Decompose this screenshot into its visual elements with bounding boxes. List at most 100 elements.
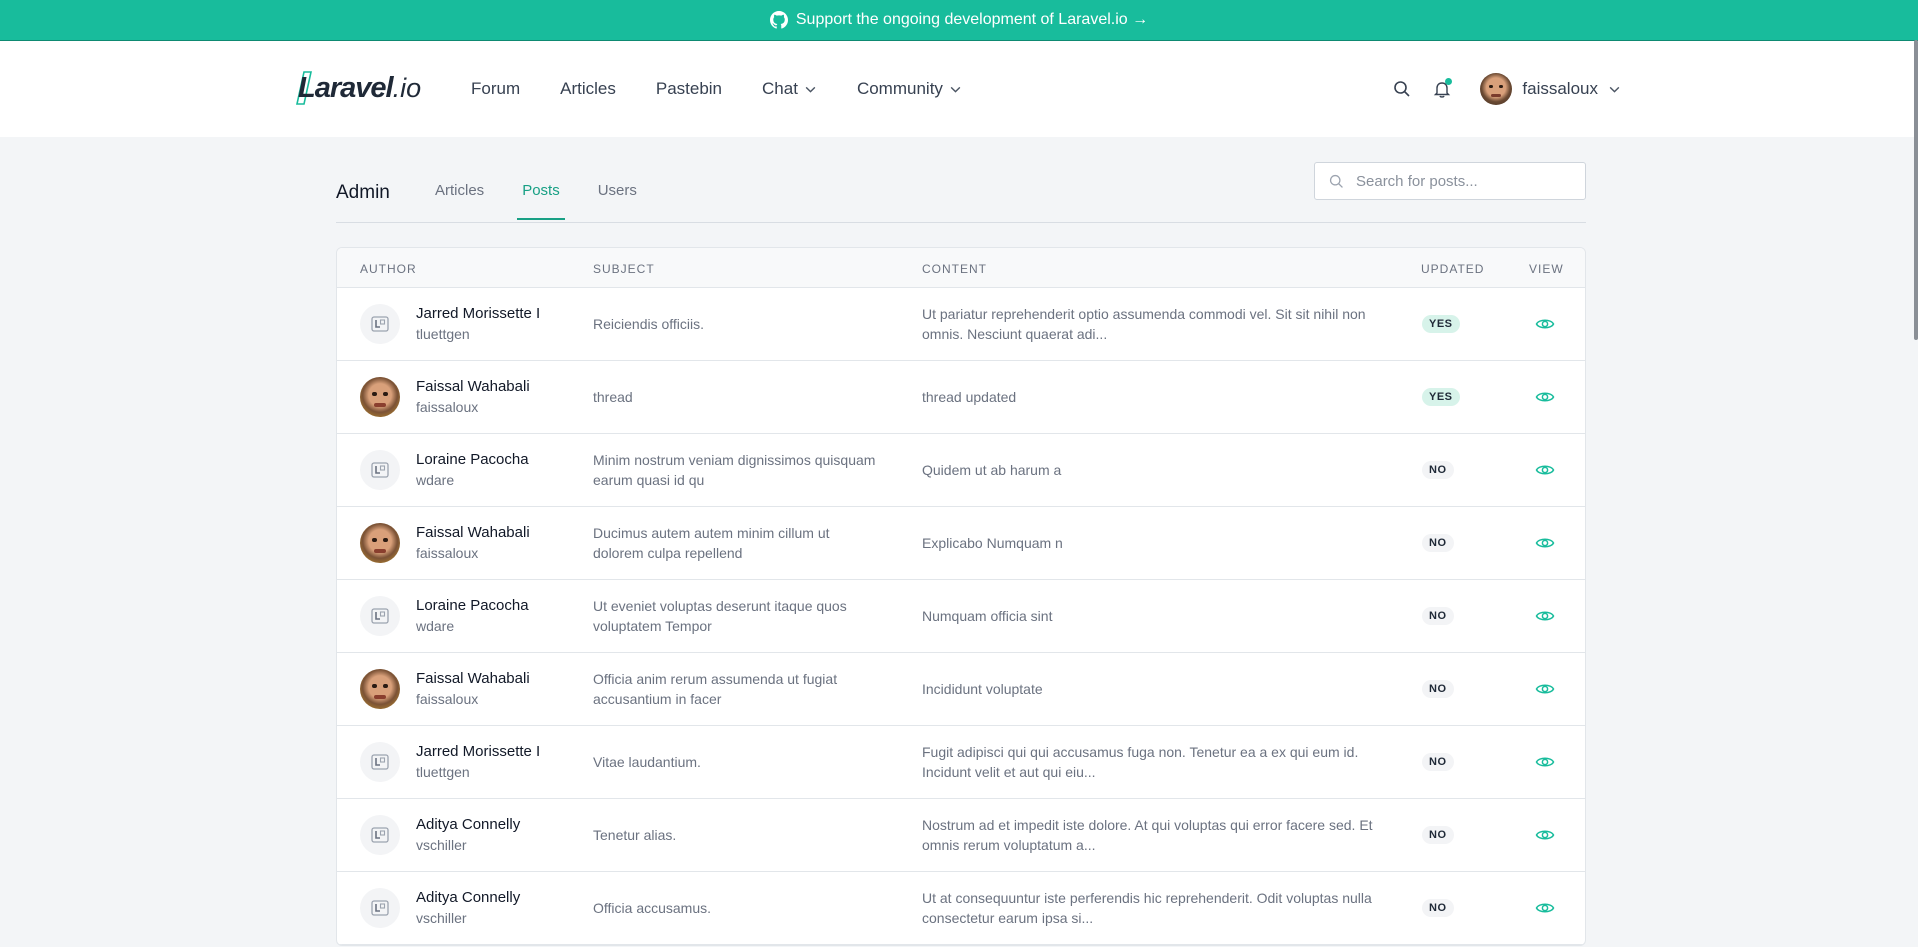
eye-icon[interactable] bbox=[1535, 898, 1555, 918]
updated-badge: YES bbox=[1422, 388, 1460, 406]
eye-icon[interactable] bbox=[1535, 387, 1555, 407]
laravel-default-avatar-icon bbox=[371, 900, 389, 916]
author-info: Jarred Morissette I tluettgen bbox=[416, 742, 540, 782]
author-username: wdare bbox=[416, 618, 455, 634]
subject-cell: Vitae laudantium. bbox=[593, 754, 701, 770]
avatar bbox=[360, 450, 400, 490]
author-info: Faissal Wahabali faissaloux bbox=[416, 523, 530, 563]
column-content: CONTENT bbox=[922, 262, 987, 276]
content-cell: Ut pariatur reprehenderit optio assumend… bbox=[922, 306, 1366, 342]
table-body: Jarred Morissette I tluettgen Reiciendis… bbox=[337, 288, 1585, 945]
eye-icon[interactable] bbox=[1535, 825, 1555, 845]
laravel-io-logo[interactable]: Laravel .io bbox=[296, 71, 421, 105]
github-icon bbox=[769, 11, 788, 29]
author-info: Loraine Pacocha wdare bbox=[416, 596, 529, 636]
author-username: tluettgen bbox=[416, 326, 470, 342]
nav-community-label: Community bbox=[856, 79, 943, 98]
nav-forum[interactable]: Forum bbox=[471, 79, 520, 99]
author-name: Faissal Wahabali bbox=[416, 524, 530, 541]
content-cell: Fugit adipisci qui qui accusamus fuga no… bbox=[922, 744, 1359, 780]
author-username: faissaloux bbox=[416, 691, 479, 707]
author-cell: Jarred Morissette I tluettgen bbox=[360, 742, 540, 782]
chevron-down-icon bbox=[1609, 86, 1620, 93]
top-navigation: Laravel .io Forum Articles Pastebin Chat … bbox=[0, 41, 1918, 137]
tab-posts[interactable]: Posts bbox=[517, 182, 565, 220]
author-username: tluettgen bbox=[416, 764, 470, 780]
updated-badge: NO bbox=[1422, 680, 1454, 698]
laravel-default-avatar-icon bbox=[371, 316, 389, 332]
eye-icon[interactable] bbox=[1535, 606, 1555, 626]
author-info: Loraine Pacocha wdare bbox=[416, 450, 529, 490]
content-cell: Explicabo Numquam n bbox=[922, 535, 1063, 551]
username-label: faissaloux bbox=[1522, 79, 1598, 98]
content-cell: Incididunt voluptate bbox=[922, 681, 1043, 697]
eye-icon[interactable] bbox=[1535, 314, 1555, 334]
user-menu[interactable]: faissaloux bbox=[1480, 73, 1621, 105]
author-info: Aditya Connelly vschiller bbox=[416, 815, 520, 855]
nav-actions: faissaloux bbox=[1392, 41, 1621, 137]
updated-badge: NO bbox=[1422, 826, 1454, 844]
search-button[interactable] bbox=[1392, 79, 1412, 99]
content-cell: Quidem ut ab harum a bbox=[922, 462, 1062, 478]
subject-cell: Tenetur alias. bbox=[593, 827, 677, 843]
eye-icon[interactable] bbox=[1535, 679, 1555, 699]
subject-cell: Minim nostrum veniam dignissimos quisqua… bbox=[593, 452, 876, 488]
author-name: Aditya Connelly bbox=[416, 889, 521, 906]
author-info: Faissal Wahabali faissaloux bbox=[416, 377, 530, 417]
tab-articles[interactable]: Articles bbox=[435, 182, 484, 219]
search-icon bbox=[1329, 174, 1343, 188]
nav-pastebin-label: Pastebin bbox=[655, 79, 723, 98]
column-author: AUTHOR bbox=[360, 262, 417, 276]
table-row: Faissal Wahabali faissaloux Ducimus aute… bbox=[337, 507, 1585, 580]
notifications-button[interactable] bbox=[1432, 78, 1453, 99]
laravel-default-avatar-icon bbox=[371, 608, 389, 624]
nav-community[interactable]: Community bbox=[857, 79, 962, 99]
author-cell: Loraine Pacocha wdare bbox=[360, 596, 529, 636]
page-title: Admin bbox=[336, 182, 390, 203]
updated-badge: YES bbox=[1422, 315, 1460, 333]
content-cell: thread updated bbox=[922, 389, 1017, 405]
main-nav: Forum Articles Pastebin Chat Community bbox=[471, 41, 962, 137]
author-cell: Jarred Morissette I tluettgen bbox=[360, 304, 540, 344]
table-row: Loraine Pacocha wdare Minim nostrum veni… bbox=[337, 434, 1585, 507]
avatar bbox=[360, 815, 400, 855]
author-name: Jarred Morissette I bbox=[416, 743, 541, 760]
page-scrollbar[interactable] bbox=[1914, 40, 1918, 340]
eye-icon[interactable] bbox=[1535, 533, 1555, 553]
search-posts-box bbox=[1314, 162, 1586, 200]
updated-badge: NO bbox=[1422, 534, 1454, 552]
support-banner[interactable]: Support the ongoing development of Larav… bbox=[0, 0, 1918, 41]
author-name: Faissal Wahabali bbox=[416, 378, 530, 395]
author-info: Faissal Wahabali faissaloux bbox=[416, 669, 530, 709]
nav-pastebin[interactable]: Pastebin bbox=[656, 79, 722, 99]
subject-cell: Officia anim rerum assumenda ut fugiat a… bbox=[593, 671, 838, 707]
avatar bbox=[360, 596, 400, 636]
laravel-default-avatar-icon bbox=[371, 827, 389, 843]
nav-forum-label: Forum bbox=[471, 79, 521, 98]
nav-chat[interactable]: Chat bbox=[762, 79, 817, 99]
author-name: Aditya Connelly bbox=[416, 816, 521, 833]
author-username: faissaloux bbox=[416, 399, 479, 415]
content-cell: Nostrum ad et impedit iste dolore. At qu… bbox=[922, 817, 1373, 853]
eye-icon[interactable] bbox=[1535, 460, 1555, 480]
author-cell: Loraine Pacocha wdare bbox=[360, 450, 529, 490]
author-cell: Faissal Wahabali faissaloux bbox=[360, 523, 530, 563]
author-username: wdare bbox=[416, 472, 455, 488]
eye-icon[interactable] bbox=[1535, 752, 1555, 772]
table-row: Loraine Pacocha wdare Ut eveniet volupta… bbox=[337, 580, 1585, 653]
search-input[interactable] bbox=[1354, 171, 1568, 191]
logo-suffix: .io bbox=[392, 72, 422, 103]
author-cell: Aditya Connelly vschiller bbox=[360, 888, 520, 928]
chevron-down-icon bbox=[805, 86, 816, 93]
nav-articles[interactable]: Articles bbox=[560, 79, 616, 99]
column-subject: SUBJECT bbox=[593, 262, 655, 276]
author-name: Loraine Pacocha bbox=[416, 451, 529, 468]
avatar bbox=[360, 304, 400, 344]
table-row: Aditya Connelly vschiller Tenetur alias.… bbox=[337, 799, 1585, 872]
banner-text: Support the ongoing development of Larav… bbox=[795, 11, 1149, 28]
author-username: vschiller bbox=[416, 837, 467, 853]
author-info: Jarred Morissette I tluettgen bbox=[416, 304, 540, 344]
author-username: faissaloux bbox=[416, 545, 479, 561]
tab-users[interactable]: Users bbox=[598, 182, 637, 219]
table-header: AUTHOR SUBJECT CONTENT UPDATED VIEW bbox=[337, 248, 1585, 288]
